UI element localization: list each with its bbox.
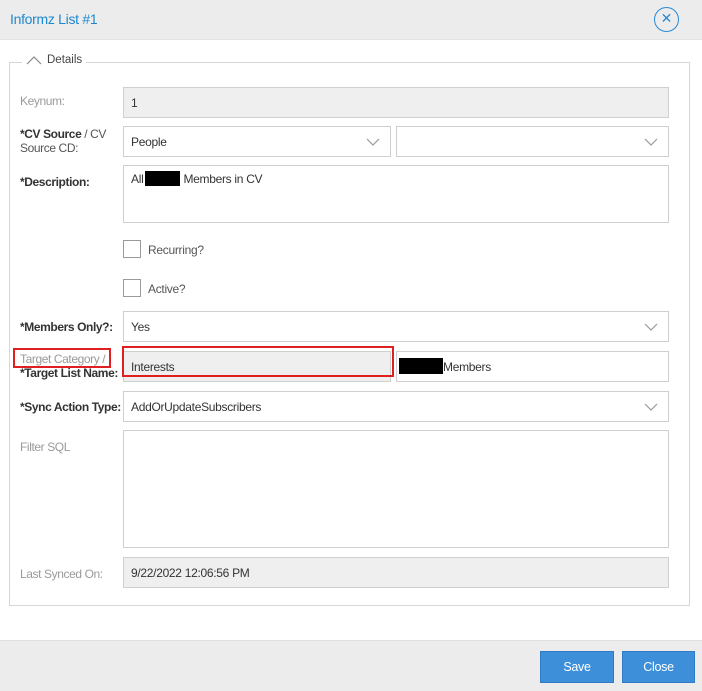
target-list-name-label: *Target List Name: xyxy=(20,366,118,380)
close-button[interactable]: Close xyxy=(622,651,695,683)
close-dialog-icon[interactable]: ✕ xyxy=(654,7,679,32)
sync-action-label: *Sync Action Type: xyxy=(20,400,121,414)
chevron-down-icon xyxy=(644,323,658,331)
cv-source-select[interactable]: People xyxy=(123,126,391,157)
chevron-down-icon xyxy=(644,138,658,146)
members-only-select[interactable]: Yes xyxy=(123,311,669,342)
description-prefix: All xyxy=(131,172,144,186)
chevron-up-icon xyxy=(26,55,42,64)
dialog-title: Informz List #1 xyxy=(10,11,98,27)
recurring-checkbox[interactable] xyxy=(123,240,141,258)
details-legend-label: Details xyxy=(47,54,83,66)
filter-sql-label: Filter SQL xyxy=(20,440,71,454)
cv-source-value: People xyxy=(131,135,167,149)
chevron-down-icon xyxy=(366,138,380,146)
sync-action-value: AddOrUpdateSubscribers xyxy=(131,400,262,414)
filter-sql-textarea[interactable] xyxy=(123,430,669,548)
description-label: *Description: xyxy=(20,175,90,189)
target-category-highlight xyxy=(13,348,111,368)
redacted-block xyxy=(145,171,181,186)
dialog-titlebar: Informz List #1 ✕ xyxy=(0,0,702,40)
sync-action-select[interactable]: AddOrUpdateSubscribers xyxy=(123,391,669,422)
recurring-label: Recurring? xyxy=(148,243,204,257)
description-textarea[interactable]: All Members in CV xyxy=(123,165,669,223)
target-list-name-suffix: Members xyxy=(443,360,491,374)
cv-source-label-required: *CV Source xyxy=(20,127,82,141)
keynum-label: Keynum: xyxy=(20,94,65,108)
active-label: Active? xyxy=(148,282,186,296)
target-category-field-highlight xyxy=(122,346,394,377)
description-suffix: Members in CV xyxy=(180,172,263,186)
target-list-name-input[interactable]: Members xyxy=(396,351,669,382)
save-button[interactable]: Save xyxy=(540,651,614,683)
details-toggle[interactable]: Details xyxy=(22,54,87,66)
keynum-field: 1 xyxy=(123,87,669,118)
last-synced-field: 9/22/2022 12:06:56 PM xyxy=(123,557,669,588)
dialog-footer: Save Close xyxy=(0,640,702,691)
members-only-value: Yes xyxy=(131,320,150,334)
cv-source-cd-select[interactable] xyxy=(396,126,669,157)
chevron-down-icon xyxy=(644,403,658,411)
last-synced-label: Last Synced On: xyxy=(20,567,103,581)
active-checkbox[interactable] xyxy=(123,279,141,297)
redacted-block xyxy=(399,358,443,374)
members-only-label: *Members Only?: xyxy=(20,320,113,334)
cv-source-label: *CV Source / CV Source CD: xyxy=(20,127,115,155)
